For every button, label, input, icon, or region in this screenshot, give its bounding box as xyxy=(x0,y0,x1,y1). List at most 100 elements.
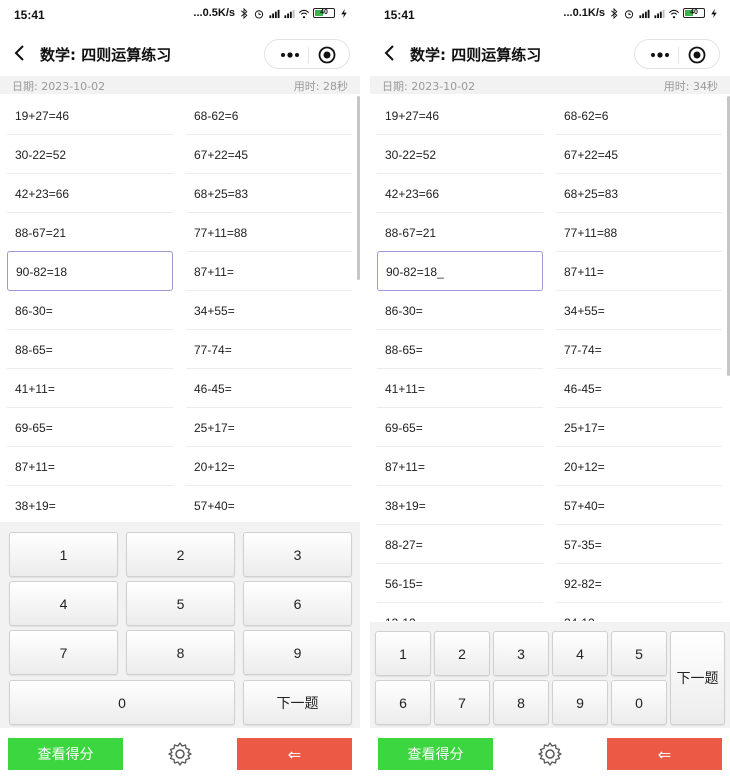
question-cell[interactable]: 69-65= xyxy=(7,408,173,447)
question-cell[interactable]: 87+11= xyxy=(377,447,543,486)
question-cell[interactable]: 68-62=6 xyxy=(186,96,352,135)
miniapp-capsule xyxy=(634,39,720,69)
question-cell[interactable]: 57-35= xyxy=(556,525,722,564)
question-cell[interactable]: 88-65= xyxy=(7,330,173,369)
question-cell[interactable]: 20+12= xyxy=(556,447,722,486)
key-6[interactable]: 6 xyxy=(243,581,352,626)
back-arrow-icon[interactable] xyxy=(382,43,398,63)
question-cell[interactable]: 87+11= xyxy=(7,447,173,486)
info-row: 日期: 2023-10-02 用时: 28秒 xyxy=(0,76,360,94)
next-question-key[interactable]: 下一题 xyxy=(670,631,725,725)
back-arrow-icon[interactable] xyxy=(12,43,28,63)
question-cell-active[interactable]: 90-82=18_ xyxy=(377,251,543,291)
key-7[interactable]: 7 xyxy=(9,630,118,675)
more-icon[interactable] xyxy=(279,49,301,61)
key-1[interactable]: 1 xyxy=(375,631,431,676)
alarm-icon xyxy=(624,9,634,19)
key-4[interactable]: 4 xyxy=(9,581,118,626)
question-cell[interactable]: 41+11= xyxy=(377,369,543,408)
question-cell[interactable]: 67+22=45 xyxy=(556,135,722,174)
question-cell[interactable]: 41+11= xyxy=(7,369,173,408)
question-cell[interactable]: 86-30= xyxy=(377,291,543,330)
key-1[interactable]: 1 xyxy=(9,532,118,577)
network-speed: ...0.5K/s xyxy=(193,7,235,19)
key-7[interactable]: 7 xyxy=(434,680,490,725)
title-bar: 数学: 四则运算练习 xyxy=(370,30,730,76)
question-cell[interactable]: 34+55= xyxy=(186,291,352,330)
question-cell[interactable]: 24-12= xyxy=(556,603,722,621)
battery-icon: 40 xyxy=(683,8,705,18)
question-cell[interactable]: 19+27=46 xyxy=(377,96,543,135)
panel-divider xyxy=(360,0,370,780)
question-cell[interactable]: 30-22=52 xyxy=(7,135,173,174)
question-cell[interactable]: 68+25=83 xyxy=(556,174,722,213)
question-cell[interactable]: 20+12= xyxy=(186,447,352,486)
key-4[interactable]: 4 xyxy=(552,631,608,676)
question-cell[interactable]: 77+11=88 xyxy=(556,213,722,252)
view-score-button[interactable]: 查看得分 xyxy=(8,738,123,770)
question-cell[interactable]: 57+40= xyxy=(556,486,722,525)
question-cell[interactable]: 46-45= xyxy=(556,369,722,408)
question-column-2: 68-62=6 67+22=45 68+25=83 77+11=88 87+11… xyxy=(556,96,722,621)
question-cell[interactable]: 25+17= xyxy=(186,408,352,447)
capsule-divider xyxy=(678,47,679,63)
key-9[interactable]: 9 xyxy=(243,630,352,675)
question-cell[interactable]: 68+25=83 xyxy=(186,174,352,213)
question-cell[interactable]: 67+22=45 xyxy=(186,135,352,174)
question-cell[interactable]: 87+11= xyxy=(186,252,352,291)
date-label: 日期: 2023-10-02 xyxy=(382,80,476,93)
key-9[interactable]: 9 xyxy=(552,680,608,725)
settings-gear-icon[interactable] xyxy=(167,741,193,767)
question-cell[interactable]: 57+40= xyxy=(186,486,352,521)
phone-right: 15:41 ...0.1K/s 40 数学: 四则运算练习 日期: 2023-1… xyxy=(370,0,730,780)
key-8[interactable]: 8 xyxy=(126,630,235,675)
backspace-button[interactable]: ⇐ xyxy=(237,738,352,770)
question-cell[interactable]: 77-74= xyxy=(556,330,722,369)
question-cell[interactable]: 77+11=88 xyxy=(186,213,352,252)
question-cell[interactable]: 56-15= xyxy=(377,564,543,603)
question-cell[interactable]: 69-65= xyxy=(377,408,543,447)
question-cell[interactable]: 38+19= xyxy=(377,486,543,525)
key-5[interactable]: 5 xyxy=(126,581,235,626)
question-cell[interactable]: 13-12= xyxy=(377,603,543,621)
question-column-2: 68-62=6 67+22=45 68+25=83 77+11=88 87+11… xyxy=(186,96,352,521)
key-0[interactable]: 0 xyxy=(9,680,235,725)
question-cell[interactable]: 92-82= xyxy=(556,564,722,603)
more-icon[interactable] xyxy=(649,49,671,61)
question-cell[interactable]: 77-74= xyxy=(186,330,352,369)
next-question-key[interactable]: 下一题 xyxy=(243,680,352,725)
key-3[interactable]: 3 xyxy=(243,532,352,577)
backspace-button[interactable]: ⇐ xyxy=(607,738,722,770)
view-score-button[interactable]: 查看得分 xyxy=(378,738,493,770)
key-6[interactable]: 6 xyxy=(375,680,431,725)
question-cell[interactable]: 30-22=52 xyxy=(377,135,543,174)
question-cell[interactable]: 34+55= xyxy=(556,291,722,330)
bottom-bar: 查看得分 ⇐ xyxy=(370,728,730,780)
settings-gear-icon[interactable] xyxy=(537,741,563,767)
question-cell[interactable]: 42+23=66 xyxy=(7,174,173,213)
miniapp-capsule xyxy=(264,39,350,69)
question-cell[interactable]: 88-67=21 xyxy=(377,213,543,252)
question-cell-active[interactable]: 90-82=18 xyxy=(7,251,173,291)
close-miniapp-icon[interactable] xyxy=(318,46,336,64)
key-5[interactable]: 5 xyxy=(611,631,667,676)
key-3[interactable]: 3 xyxy=(493,631,549,676)
key-8[interactable]: 8 xyxy=(493,680,549,725)
key-0[interactable]: 0 xyxy=(611,680,667,725)
key-2[interactable]: 2 xyxy=(126,532,235,577)
question-cell[interactable]: 42+23=66 xyxy=(377,174,543,213)
question-cell[interactable]: 38+19= xyxy=(7,486,173,521)
question-cell[interactable]: 46-45= xyxy=(186,369,352,408)
question-cell[interactable]: 68-62=6 xyxy=(556,96,722,135)
question-cell[interactable]: 19+27=46 xyxy=(7,96,173,135)
question-cell[interactable]: 87+11= xyxy=(556,252,722,291)
question-cell[interactable]: 86-30= xyxy=(7,291,173,330)
question-cell[interactable]: 25+17= xyxy=(556,408,722,447)
question-cell[interactable]: 88-65= xyxy=(377,330,543,369)
question-cell[interactable]: 88-27= xyxy=(377,525,543,564)
question-cell[interactable]: 88-67=21 xyxy=(7,213,173,252)
key-2[interactable]: 2 xyxy=(434,631,490,676)
close-miniapp-icon[interactable] xyxy=(688,46,706,64)
status-icons: ...0.1K/s 40 xyxy=(563,7,720,19)
signal-icon xyxy=(269,9,280,18)
